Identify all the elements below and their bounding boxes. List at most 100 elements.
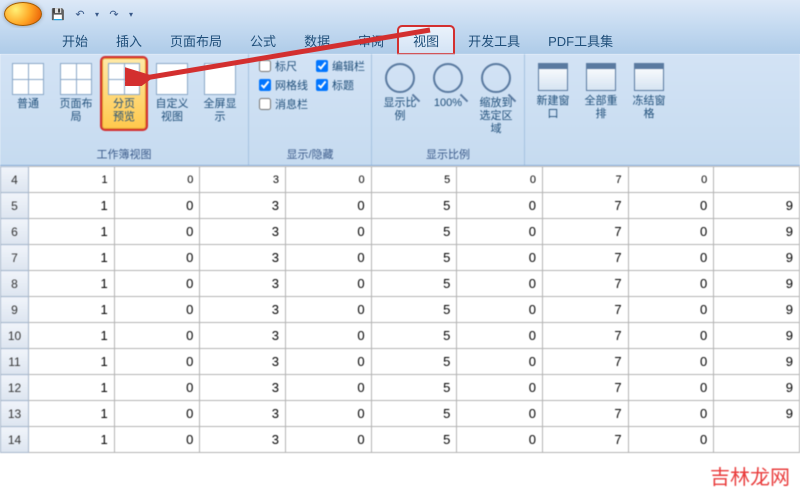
- cell[interactable]: 1: [29, 219, 115, 245]
- row-header[interactable]: 10: [1, 323, 29, 349]
- cell[interactable]: 9: [714, 271, 800, 297]
- cell[interactable]: 0: [457, 375, 543, 401]
- cell[interactable]: 0: [114, 167, 200, 193]
- tab-page-layout[interactable]: 页面布局: [156, 27, 236, 54]
- cell[interactable]: 7: [542, 167, 628, 193]
- tab-review[interactable]: 审阅: [344, 27, 398, 54]
- cell[interactable]: 0: [285, 323, 371, 349]
- cell[interactable]: 1: [29, 193, 115, 219]
- tab-view[interactable]: 视图: [398, 26, 454, 54]
- cell[interactable]: 0: [628, 245, 714, 271]
- cell[interactable]: 0: [457, 271, 543, 297]
- cell[interactable]: 1: [29, 401, 115, 427]
- cell[interactable]: 0: [628, 349, 714, 375]
- cell[interactable]: 9: [714, 323, 800, 349]
- cell[interactable]: 7: [542, 245, 628, 271]
- row-header[interactable]: 8: [1, 271, 29, 297]
- headings-checkbox[interactable]: [316, 79, 328, 91]
- row-header[interactable]: 13: [1, 401, 29, 427]
- cell[interactable]: 5: [371, 349, 457, 375]
- cell[interactable]: 9: [714, 349, 800, 375]
- normal-view-button[interactable]: 普通: [6, 58, 50, 116]
- cell[interactable]: 0: [285, 167, 371, 193]
- cell[interactable]: 1: [29, 323, 115, 349]
- cell[interactable]: 0: [457, 427, 543, 453]
- cell[interactable]: 0: [114, 349, 200, 375]
- cell[interactable]: 0: [114, 245, 200, 271]
- cell[interactable]: 5: [371, 245, 457, 271]
- gridlines-checkbox[interactable]: [259, 79, 271, 91]
- cell[interactable]: 9: [714, 401, 800, 427]
- cell[interactable]: 3: [200, 375, 286, 401]
- cell[interactable]: 0: [457, 167, 543, 193]
- cell[interactable]: 0: [285, 219, 371, 245]
- cell[interactable]: 7: [542, 271, 628, 297]
- cell[interactable]: [714, 167, 800, 193]
- cell[interactable]: 3: [200, 349, 286, 375]
- cell[interactable]: 0: [628, 193, 714, 219]
- cell[interactable]: [714, 427, 800, 453]
- cell[interactable]: 0: [457, 323, 543, 349]
- cell[interactable]: 3: [200, 245, 286, 271]
- cell[interactable]: 0: [114, 219, 200, 245]
- cell[interactable]: 0: [628, 219, 714, 245]
- cell[interactable]: 3: [200, 167, 286, 193]
- cell[interactable]: 3: [200, 297, 286, 323]
- cell[interactable]: 0: [457, 219, 543, 245]
- undo-icon[interactable]: ↶: [70, 4, 90, 24]
- cell[interactable]: 3: [200, 401, 286, 427]
- cell[interactable]: 0: [285, 297, 371, 323]
- cell[interactable]: 5: [371, 271, 457, 297]
- cell[interactable]: 0: [628, 427, 714, 453]
- row-header[interactable]: 6: [1, 219, 29, 245]
- tab-formulas[interactable]: 公式: [236, 27, 290, 54]
- zoom-button[interactable]: 显示比例: [378, 58, 422, 128]
- cell[interactable]: 0: [285, 401, 371, 427]
- cell[interactable]: 5: [371, 193, 457, 219]
- cell[interactable]: 7: [542, 401, 628, 427]
- cell[interactable]: 0: [285, 375, 371, 401]
- cell[interactable]: 1: [29, 297, 115, 323]
- cell[interactable]: 9: [714, 375, 800, 401]
- tab-home[interactable]: 开始: [48, 27, 102, 54]
- cell[interactable]: 0: [628, 323, 714, 349]
- cell[interactable]: 1: [29, 427, 115, 453]
- cell[interactable]: 9: [714, 297, 800, 323]
- tab-developer[interactable]: 开发工具: [454, 27, 534, 54]
- cell[interactable]: 0: [457, 297, 543, 323]
- tab-insert[interactable]: 插入: [102, 27, 156, 54]
- new-window-button[interactable]: 新建窗口: [531, 58, 575, 126]
- cell[interactable]: 9: [714, 245, 800, 271]
- row-header[interactable]: 12: [1, 375, 29, 401]
- cell[interactable]: 7: [542, 297, 628, 323]
- ruler-checkbox-row[interactable]: 标尺: [259, 58, 308, 74]
- cell[interactable]: 3: [200, 271, 286, 297]
- cell[interactable]: 0: [628, 401, 714, 427]
- headings-checkbox-row[interactable]: 标题: [316, 77, 365, 93]
- cell[interactable]: 0: [285, 349, 371, 375]
- cell[interactable]: 0: [114, 375, 200, 401]
- cell[interactable]: 3: [200, 219, 286, 245]
- cell[interactable]: 7: [542, 375, 628, 401]
- cell[interactable]: 1: [29, 349, 115, 375]
- cell[interactable]: 7: [542, 323, 628, 349]
- row-header[interactable]: 11: [1, 349, 29, 375]
- office-button[interactable]: [4, 2, 42, 26]
- cell[interactable]: 5: [371, 167, 457, 193]
- cell[interactable]: 3: [200, 193, 286, 219]
- cell[interactable]: 7: [542, 219, 628, 245]
- cell[interactable]: 0: [114, 271, 200, 297]
- save-icon[interactable]: 💾: [48, 4, 68, 24]
- cell[interactable]: 0: [285, 271, 371, 297]
- page-break-preview-button[interactable]: 分页 预览: [102, 58, 146, 129]
- row-header[interactable]: 7: [1, 245, 29, 271]
- cell[interactable]: 0: [628, 167, 714, 193]
- cell[interactable]: 1: [29, 167, 115, 193]
- cell[interactable]: 7: [542, 193, 628, 219]
- cell[interactable]: 1: [29, 271, 115, 297]
- zoom-to-selection-button[interactable]: 缩放到 选定区域: [474, 58, 518, 142]
- cell[interactable]: 7: [542, 349, 628, 375]
- arrange-all-button[interactable]: 全部重排: [579, 58, 623, 126]
- cell[interactable]: 0: [114, 193, 200, 219]
- cell[interactable]: 0: [457, 349, 543, 375]
